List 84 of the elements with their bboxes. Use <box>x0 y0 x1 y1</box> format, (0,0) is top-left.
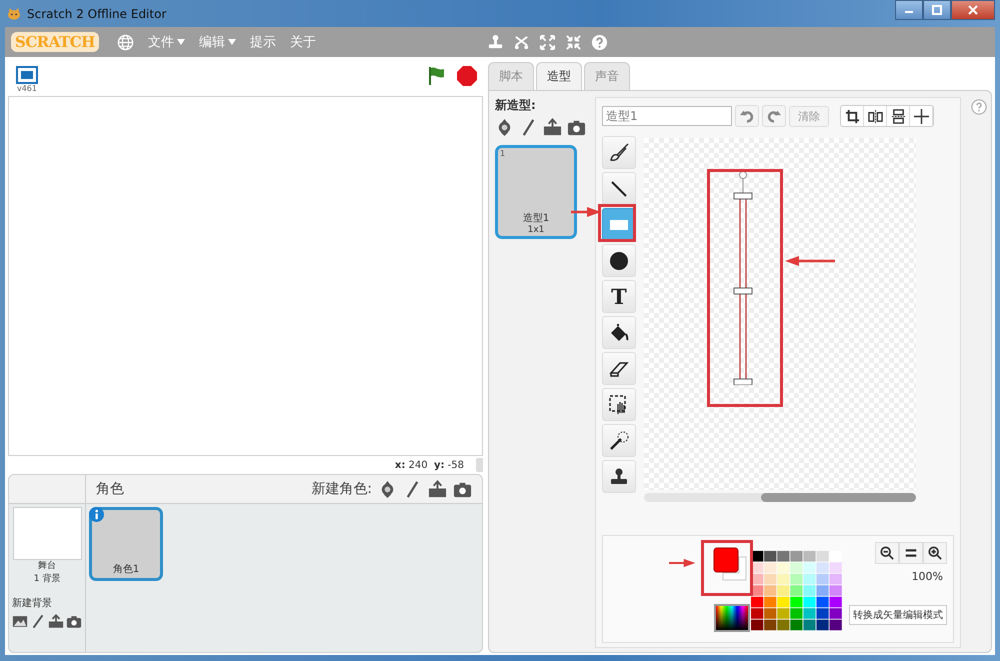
stage-label: 舞台 <box>38 560 56 573</box>
magic-wand-icon <box>609 430 629 450</box>
sprite-name: 角色1 <box>112 563 140 576</box>
redo-button[interactable] <box>762 105 786 127</box>
tab[interactable]: 声音 <box>584 62 630 90</box>
stamp-icon[interactable] <box>487 34 504 50</box>
costume-size: 1x1 <box>528 225 544 235</box>
new-costume-label: 新造型: <box>495 97 537 114</box>
flag-icon[interactable] <box>427 66 447 86</box>
camera-icon[interactable] <box>567 118 586 137</box>
image-icon[interactable] <box>12 614 28 629</box>
brush-icon <box>609 142 629 162</box>
help-icon[interactable] <box>591 34 608 50</box>
menu-item[interactable]: 文件 <box>148 33 185 51</box>
annotation-box <box>598 204 636 242</box>
menu-item[interactable]: 关于 <box>290 33 316 51</box>
convert-to-vector-button[interactable]: 转换成矢量编辑模式 <box>849 605 948 625</box>
flip-horizontal-icon <box>868 108 882 124</box>
tool-button[interactable]: T <box>602 280 636 313</box>
redo-icon <box>767 109 781 123</box>
zoom-level: 100% <box>912 570 944 583</box>
crosshair-icon <box>914 108 928 124</box>
upload-icon[interactable] <box>543 118 562 137</box>
zoom-in-button[interactable] <box>923 542 948 564</box>
new-backdrop-label: 新建背景 <box>12 596 52 610</box>
annotation-box <box>701 540 754 596</box>
upload-icon[interactable] <box>428 480 447 498</box>
annotation-arrow <box>571 207 601 217</box>
stamp-icon <box>609 466 629 486</box>
grow-icon[interactable] <box>539 34 556 50</box>
new-sprite-label: 新建角色: <box>311 480 372 498</box>
zoom-out-icon <box>880 546 894 560</box>
sprites-title: 角色 <box>96 480 124 498</box>
fullscreen-icon[interactable] <box>16 66 38 84</box>
undo-button[interactable] <box>735 105 759 127</box>
cat-icon <box>7 8 21 20</box>
arrow-icon <box>669 558 696 568</box>
clear-button[interactable]: 清除 <box>789 106 829 126</box>
info-icon[interactable] <box>89 507 104 522</box>
globe-icon[interactable] <box>116 34 134 50</box>
line-icon <box>609 178 629 198</box>
maximize-icon <box>932 5 942 15</box>
zoom-in-icon <box>928 546 942 560</box>
select-hand-icon <box>609 394 629 414</box>
upload-icon[interactable] <box>48 614 64 629</box>
flip-vertical-icon <box>890 108 906 124</box>
maximize-button[interactable] <box>923 0 951 20</box>
menu-item[interactable]: 提示 <box>250 33 276 51</box>
costume-tile[interactable]: 1 造型1 1x1 <box>495 145 577 239</box>
zoom-out-button[interactable] <box>875 542 900 564</box>
stop-icon[interactable] <box>457 66 477 86</box>
paint-bucket-icon <box>609 322 629 342</box>
text-tool-icon: T <box>611 286 627 307</box>
secondary-color-swatch[interactable] <box>722 556 747 580</box>
sprite-tile[interactable]: 角色1 <box>89 507 163 581</box>
costume-name: 造型1 <box>522 212 550 225</box>
circle-icon <box>609 250 629 270</box>
drawing-canvas[interactable] <box>644 138 916 490</box>
window-title: Scratch 2 Offline Editor <box>27 6 166 20</box>
mouse-coordinates: x: 240 y: -58 <box>394 460 464 470</box>
minimize-button[interactable] <box>895 0 923 20</box>
zoom-reset-button[interactable] <box>899 542 924 564</box>
close-icon <box>968 5 978 15</box>
close-button[interactable] <box>951 0 995 20</box>
paintbrush-icon[interactable] <box>30 614 46 629</box>
arrow-icon <box>785 256 835 266</box>
tab[interactable]: 造型 <box>536 62 582 90</box>
stage-thumbnail[interactable] <box>12 507 82 560</box>
shrink-icon[interactable] <box>565 34 582 50</box>
crop-icon <box>844 108 860 124</box>
cut-icon[interactable] <box>513 34 530 50</box>
menu-item[interactable]: 编辑 <box>198 33 236 51</box>
horizontal-scrollbar[interactable] <box>644 493 916 502</box>
costume-index: 1 <box>500 149 506 158</box>
costume-name-field[interactable]: 造型1 <box>602 106 732 126</box>
version-label: v461 <box>16 84 37 93</box>
color-picker-swatch[interactable] <box>714 604 750 632</box>
backdrop-count: 1 背景 <box>34 573 60 586</box>
tab[interactable]: 脚本 <box>488 62 534 90</box>
collapse-handle[interactable] <box>476 458 483 472</box>
primary-color-swatch[interactable] <box>714 548 739 572</box>
camera-icon[interactable] <box>66 614 82 629</box>
scratch-logo[interactable]: SCRATCH <box>11 32 99 52</box>
undo-icon <box>740 109 754 123</box>
